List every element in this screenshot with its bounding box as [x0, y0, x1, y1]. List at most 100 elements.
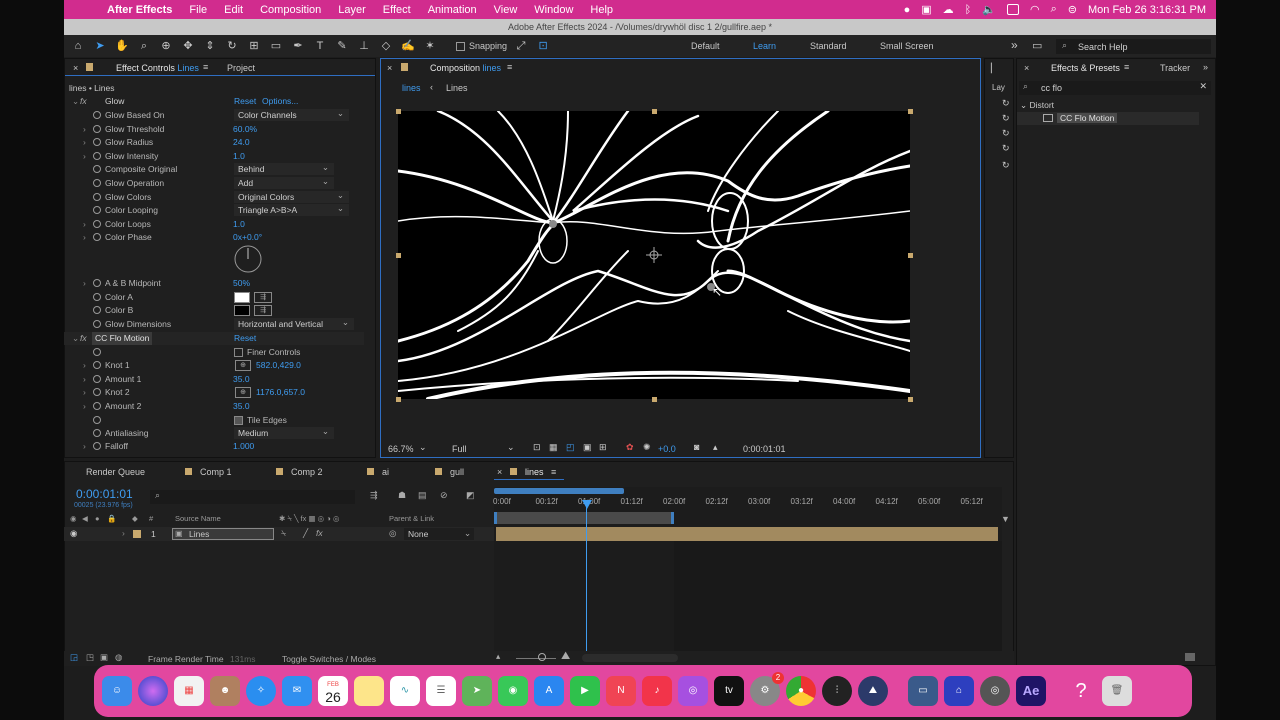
screen-icon[interactable]: ▣ [921, 3, 931, 16]
expand-arrow-icon[interactable]: › [122, 528, 125, 538]
lock-icon[interactable]: 🔒 [107, 514, 116, 523]
falloff-value[interactable]: 1.000 [233, 440, 254, 453]
audio-icon[interactable]: ◀ [82, 514, 88, 523]
panel-menu-icon[interactable]: ≡ [551, 467, 556, 477]
shy-icon[interactable]: ▤ [418, 490, 427, 501]
expand-arrow-icon[interactable]: › [83, 277, 86, 290]
stopwatch-icon[interactable] [93, 279, 101, 287]
prop-value[interactable]: 24.0 [233, 136, 250, 149]
visibility-icon[interactable]: ◉ [70, 528, 77, 539]
workspace-standard[interactable]: Standard [810, 41, 847, 51]
prop-value[interactable]: 1.0 [233, 218, 245, 231]
stopwatch-icon[interactable] [93, 416, 101, 424]
snapping-checkbox[interactable] [456, 41, 465, 51]
close-tab-icon[interactable]: × [497, 467, 502, 477]
prop-value[interactable]: 0x+0.0° [233, 231, 262, 244]
zoom-out-icon[interactable]: ▴ [496, 651, 500, 662]
point-value[interactable]: 582.0,429.0 [256, 359, 301, 372]
collapse-arrow-icon[interactable]: ⌄ [72, 95, 79, 108]
guides-icon[interactable]: ▣ [583, 442, 592, 453]
effect-glow[interactable]: ⌄ fx Glow Reset Options... [64, 95, 364, 108]
transparency-grid-icon[interactable]: ▦ [549, 442, 558, 453]
orbit-tool-icon[interactable]: ⊕ [158, 39, 174, 53]
appletv-icon[interactable]: tv [714, 676, 744, 706]
prop-dropdown[interactable]: Original Colors [234, 189, 349, 203]
settings-icon[interactable]: ⚙ 2 [750, 672, 784, 706]
layer-row[interactable]: ◉ › 1 ▣ Lines ⍀ ╱ fx ◎ None ⌄ [64, 527, 494, 541]
maps-icon[interactable]: ➤ [462, 676, 492, 706]
stopwatch-icon[interactable] [93, 442, 101, 450]
comp-button-icon[interactable]: ▼ [1001, 514, 1010, 524]
prop-value[interactable]: 35.0 [233, 373, 250, 386]
menu-effect[interactable]: Effect [383, 4, 411, 16]
options-button[interactable]: Options... [262, 95, 298, 108]
parent-link-header[interactable]: Parent & Link [389, 514, 434, 523]
rotate-icon[interactable]: ↻ [1002, 98, 1010, 109]
tab-gull[interactable]: gull [435, 467, 464, 477]
search-icon[interactable]: ⌕ [1051, 3, 1057, 16]
cloud-icon[interactable]: ☁ [943, 3, 954, 16]
workspace-learn[interactable]: Learn [753, 41, 776, 51]
stopwatch-icon[interactable] [93, 348, 101, 356]
battery-icon[interactable] [1006, 4, 1019, 15]
prop-value[interactable]: 50% [233, 277, 250, 290]
pan-tool-icon[interactable]: ✥ [180, 39, 196, 53]
channel-icon[interactable]: ✿ [626, 442, 634, 453]
comp-nav-layer[interactable]: Lines [446, 83, 468, 93]
stopwatch-icon[interactable] [93, 192, 101, 201]
zoom-dropdown[interactable]: 66.7% [388, 444, 414, 454]
rotate-icon[interactable]: ↻ [1002, 160, 1010, 171]
effect-cc-flo-motion[interactable]: ⌄ fx CC Flo Motion Reset [64, 332, 364, 345]
menu-file[interactable]: File [189, 4, 207, 16]
prop-dropdown[interactable]: Add [234, 175, 334, 189]
tab-comp-1[interactable]: Comp 1 [185, 467, 232, 477]
expand-arrow-icon[interactable]: › [83, 150, 86, 163]
stopwatch-icon[interactable] [93, 292, 101, 301]
layer-name-field[interactable]: ▣ Lines [172, 528, 274, 540]
grid-icon[interactable]: ⊞ [599, 442, 607, 453]
workspace-small-screen[interactable]: Small Screen [880, 41, 934, 51]
transform-handle[interactable] [396, 253, 401, 258]
close-tab-icon[interactable]: × [73, 63, 78, 73]
toggle-switches-modes[interactable]: Toggle Switches / Modes [282, 654, 376, 664]
crosshair-icon[interactable]: ⊕ [235, 360, 251, 371]
expand-arrow-icon[interactable]: › [83, 400, 86, 413]
appstore-icon[interactable]: A [534, 676, 564, 706]
mail-icon[interactable]: ✉ [282, 676, 312, 706]
tab-render-queue[interactable]: Render Queue [86, 467, 145, 477]
prop-value[interactable]: 60.0% [233, 123, 257, 136]
panel-menu-icon[interactable]: ≡ [1124, 62, 1129, 72]
stopwatch-icon[interactable] [93, 151, 101, 160]
color-swatch[interactable] [234, 291, 250, 303]
region-icon[interactable]: ⊡ [533, 442, 541, 453]
layer-search[interactable]: ⌕ [150, 490, 355, 504]
category-distort[interactable]: ⌄ Distort [1020, 100, 1054, 111]
tab-tracker[interactable]: Tracker [1160, 63, 1190, 73]
stopwatch-icon[interactable] [93, 206, 101, 215]
pen-tool-icon[interactable]: ✒ [290, 39, 306, 53]
menu-edit[interactable]: Edit [224, 4, 243, 16]
snap-options-icon[interactable]: ⤢ [513, 39, 529, 53]
brush-tool-icon[interactable]: ✎ [334, 39, 350, 53]
stopwatch-icon[interactable] [93, 361, 101, 369]
menu-composition[interactable]: Composition [260, 4, 321, 16]
show-snapshot-icon[interactable]: ▴ [713, 442, 718, 453]
point-value[interactable]: 1176.0,657.0 [256, 386, 305, 399]
freeform-icon[interactable]: ∿ [390, 676, 420, 706]
source-name-header[interactable]: Source Name [175, 514, 221, 523]
quality-switch-icon[interactable]: ╱ [303, 528, 308, 539]
tab-project[interactable]: Project [227, 63, 255, 73]
snapshot-icon[interactable]: ◙ [694, 442, 699, 452]
expand-arrow-icon[interactable]: › [83, 440, 86, 453]
more-workspaces-icon[interactable]: » [1011, 38, 1018, 52]
notes-icon[interactable] [354, 676, 384, 706]
transform-handle[interactable] [396, 397, 401, 402]
stopwatch-icon[interactable] [93, 233, 101, 242]
quicktime-icon[interactable]: ◎ [980, 676, 1010, 706]
stopwatch-icon[interactable] [93, 374, 101, 383]
collapse-switch-icon[interactable]: ⍀ [281, 528, 286, 539]
stopwatch-icon[interactable] [93, 111, 101, 119]
finder-icon[interactable]: ☺ [102, 676, 132, 706]
zoom-slider[interactable] [516, 658, 556, 659]
expand-arrow-icon[interactable]: › [83, 123, 86, 136]
